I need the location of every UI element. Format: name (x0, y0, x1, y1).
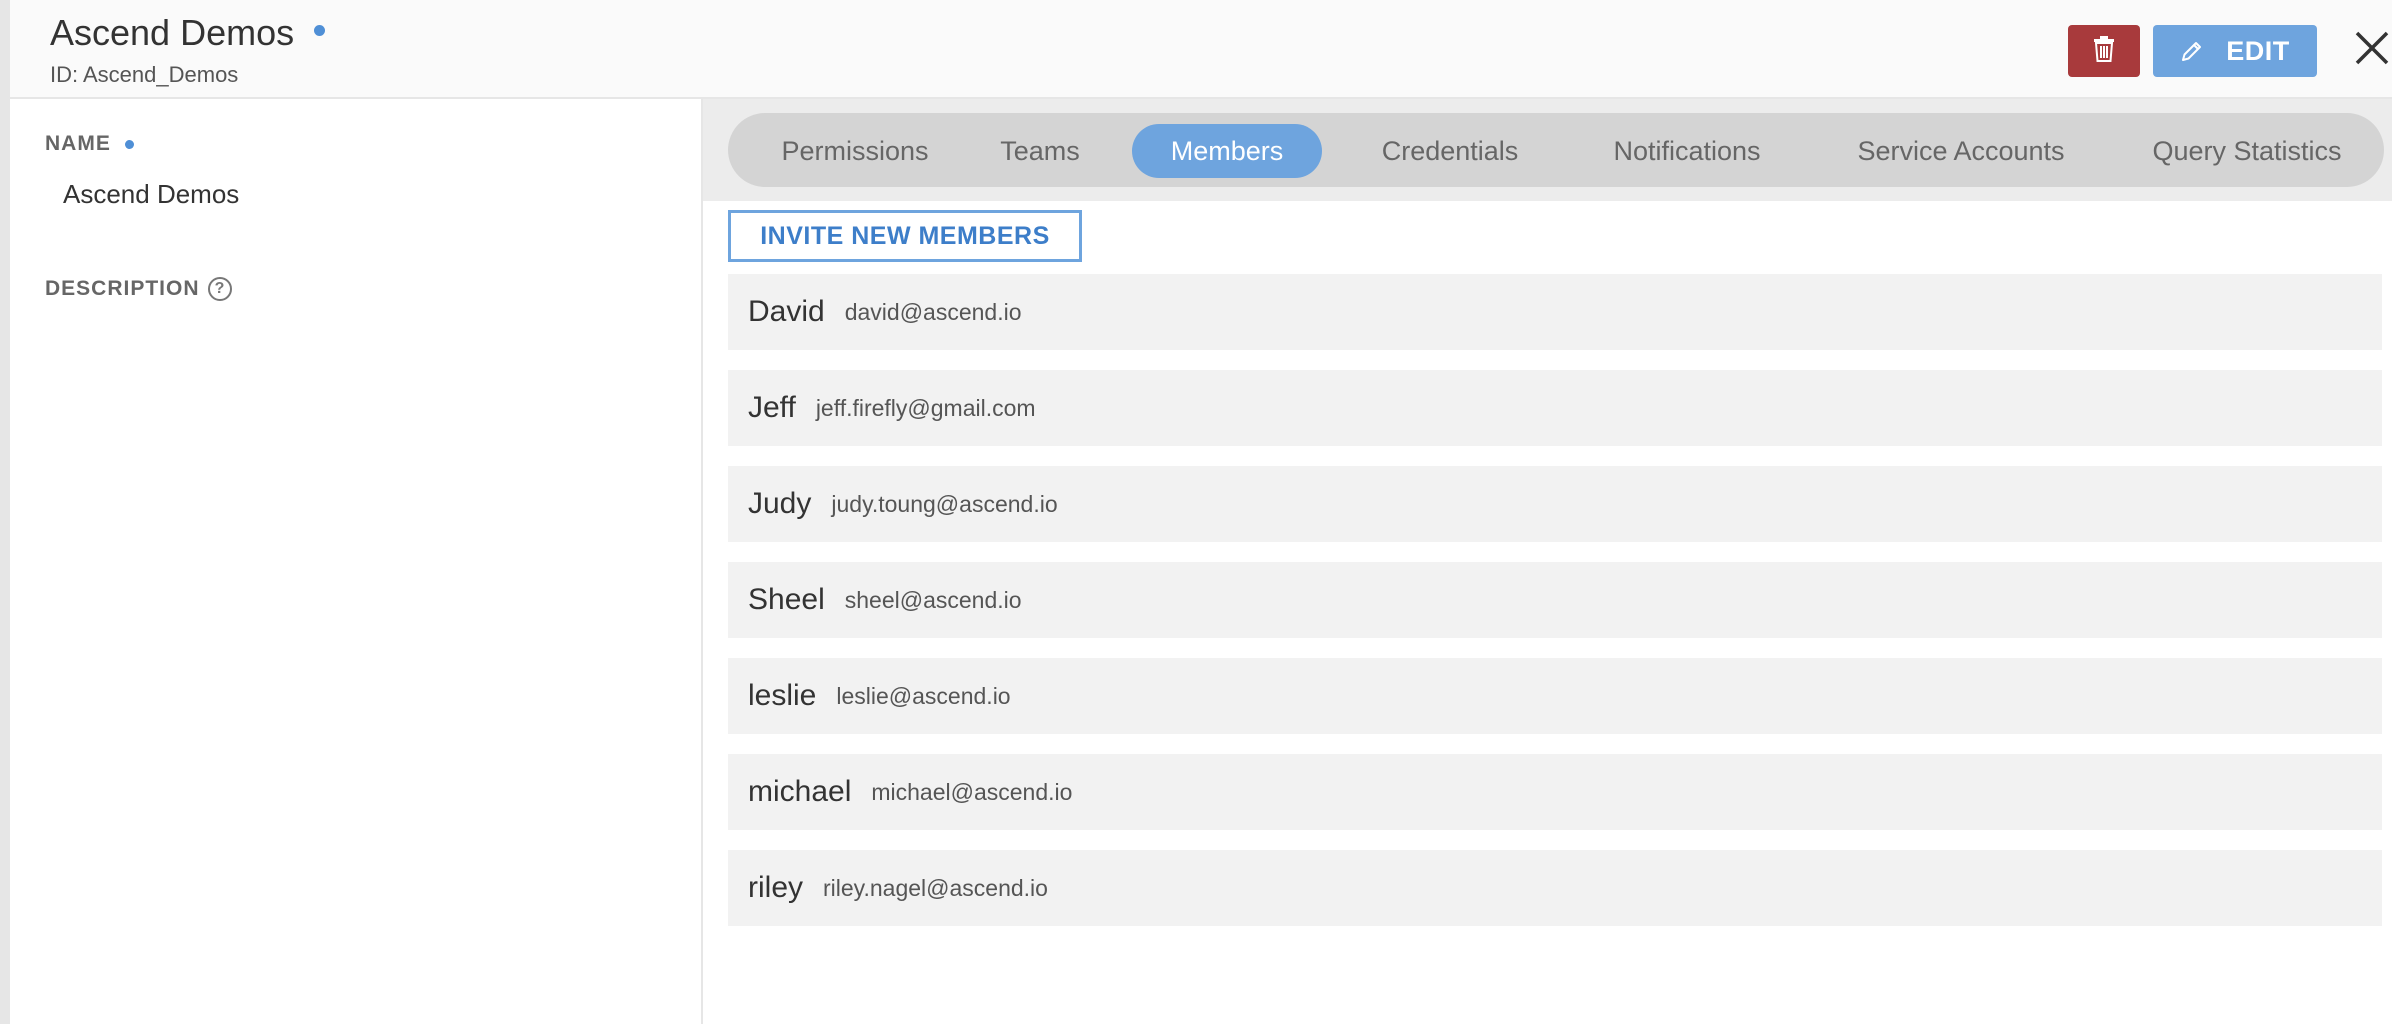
member-row[interactable]: Judy judy.toung@ascend.io (728, 466, 2382, 542)
tab-credentials[interactable]: Credentials (1350, 124, 1550, 178)
member-row[interactable]: Sheel sheel@ascend.io (728, 562, 2382, 638)
header: Ascend Demos ID: Ascend_Demos EDIT (10, 0, 2392, 99)
members-panel: Permissions Teams Members Credentials No… (703, 99, 2392, 1024)
member-email: david@ascend.io (844, 298, 1022, 325)
trash-icon (2092, 35, 2116, 67)
tab-notifications[interactable]: Notifications (1576, 124, 1798, 178)
edit-button-label: EDIT (2226, 35, 2290, 66)
member-name: leslie (748, 679, 817, 712)
name-label-text: NAME (45, 132, 111, 155)
details-panel: NAME Ascend Demos DESCRIPTION ? (10, 99, 703, 1024)
tab-query-statistics[interactable]: Query Statistics (2122, 124, 2372, 178)
title-row: Ascend Demos (50, 12, 326, 54)
member-row[interactable]: riley riley.nagel@ascend.io (728, 850, 2382, 926)
help-circle-icon[interactable]: ? (207, 277, 232, 301)
member-email: michael@ascend.io (871, 778, 1073, 805)
edit-button[interactable]: EDIT (2153, 25, 2317, 77)
pencil-icon (2180, 39, 2204, 63)
tabs-area: Permissions Teams Members Credentials No… (703, 99, 2392, 201)
member-email: sheel@ascend.io (844, 586, 1022, 613)
delete-button[interactable] (2068, 25, 2140, 77)
member-email: leslie@ascend.io (836, 682, 1011, 709)
description-field-label: DESCRIPTION ? (45, 277, 232, 301)
member-email: riley.nagel@ascend.io (823, 874, 1048, 901)
tab-teams[interactable]: Teams (982, 124, 1098, 178)
member-row[interactable]: michael michael@ascend.io (728, 754, 2382, 830)
member-row[interactable]: Jeff jeff.firefly@gmail.com (728, 370, 2382, 446)
description-label-text: DESCRIPTION (45, 277, 200, 300)
member-name: riley (748, 871, 804, 904)
member-email: jeff.firefly@gmail.com (815, 394, 1036, 421)
close-icon (2355, 31, 2389, 70)
tab-permissions[interactable]: Permissions (752, 124, 958, 178)
required-dot-icon (124, 139, 134, 149)
name-field-label: NAME (45, 132, 134, 156)
page: Ascend Demos ID: Ascend_Demos EDIT NAME … (0, 0, 2392, 1024)
entity-id: ID: Ascend_Demos (50, 62, 239, 87)
tab-service-accounts[interactable]: Service Accounts (1828, 124, 2094, 178)
member-row[interactable]: leslie leslie@ascend.io (728, 658, 2382, 734)
tab-members[interactable]: Members (1132, 124, 1322, 178)
member-name: Sheel (748, 583, 825, 616)
page-title: Ascend Demos (50, 12, 295, 53)
member-name: michael (748, 775, 852, 808)
status-dot-icon (314, 24, 326, 36)
member-name: David (748, 295, 825, 328)
invite-new-members-button[interactable]: INVITE NEW MEMBERS (728, 210, 1082, 262)
tab-bar: Permissions Teams Members Credentials No… (728, 113, 2384, 187)
member-row[interactable]: David david@ascend.io (728, 274, 2382, 350)
member-email: judy.toung@ascend.io (831, 490, 1058, 517)
member-name: Jeff (748, 391, 796, 424)
member-name: Judy (748, 487, 812, 520)
name-value: Ascend Demos (63, 179, 240, 209)
close-button[interactable] (2348, 26, 2392, 74)
